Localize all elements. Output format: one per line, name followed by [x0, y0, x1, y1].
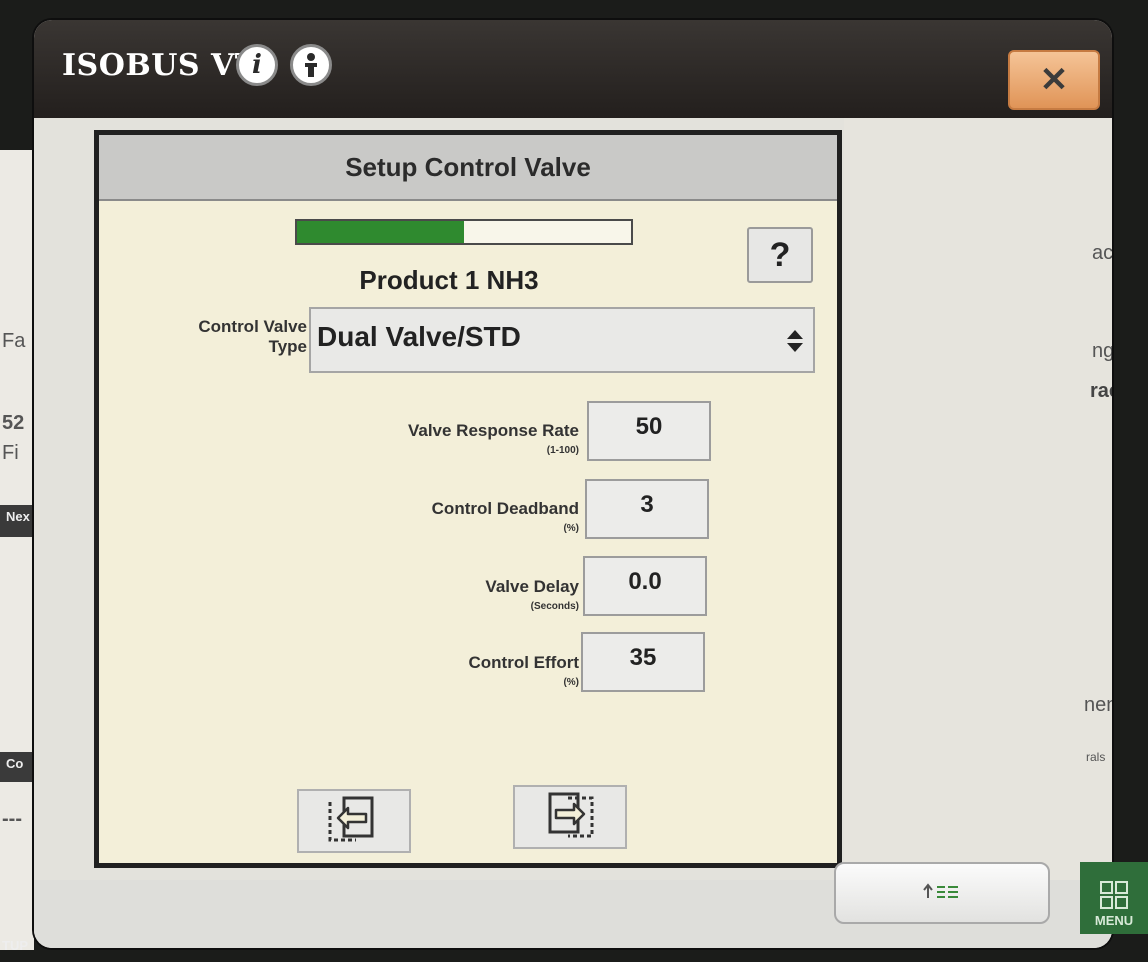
control-effort-unit: (%) — [563, 677, 579, 688]
background-text: rals — [1086, 750, 1106, 764]
title-bar: ISOBUS VT i ✕ — [34, 20, 1112, 118]
control-effort-input[interactable]: 35 — [581, 632, 705, 692]
list-view-button[interactable] — [834, 862, 1050, 924]
control-effort-label: Control Effort — [468, 653, 579, 672]
person-info-icon[interactable] — [290, 44, 332, 86]
control-deadband-label: Control Deadband — [431, 499, 579, 518]
valve-response-rate-input[interactable]: 50 — [587, 401, 711, 461]
menu-label: MENU — [1094, 913, 1134, 928]
control-deadband-input[interactable]: 3 — [585, 479, 709, 539]
background-text: nent — [1084, 694, 1112, 716]
background-text: ac — [1092, 242, 1112, 264]
valve-response-rate-label: Valve Response Rate — [407, 421, 579, 440]
previous-page-icon — [326, 794, 382, 849]
control-deadband-unit: (%) — [563, 523, 579, 534]
next-page-icon — [542, 790, 598, 845]
list-up-icon — [922, 882, 962, 905]
control-valve-type-label: Control Valve Type — [139, 317, 307, 357]
control-valve-type-label-line1: Control Valve — [198, 317, 307, 336]
help-button[interactable]: ? — [747, 227, 813, 283]
info-icon[interactable]: i — [236, 44, 278, 86]
background-text: Nex — [0, 505, 34, 537]
window-title: ISOBUS VT — [62, 48, 258, 83]
product-title: Product 1 NH3 — [359, 265, 539, 295]
menu-button[interactable]: MENU — [1080, 862, 1148, 934]
close-button[interactable]: ✕ — [1008, 50, 1100, 110]
background-text: TUP — [2, 938, 28, 953]
progress-fill — [297, 221, 464, 243]
background-text: rac — [1090, 380, 1112, 402]
valve-response-rate-unit: (1-100) — [546, 445, 579, 456]
isobus-vt-window: ISOBUS VT i ✕ ac ng rac nent rals Setup … — [34, 20, 1112, 948]
valve-delay-input[interactable]: 0.0 — [583, 556, 707, 616]
background-text: ng — [1092, 340, 1112, 362]
background-text: Co — [0, 752, 34, 782]
up-down-arrow-icon — [785, 327, 805, 360]
control-valve-type-label-line2: Type — [268, 337, 307, 356]
right-pane: ac ng rac nent rals — [844, 118, 1112, 880]
progress-bar — [295, 219, 633, 245]
next-page-button[interactable] — [513, 785, 627, 849]
valve-delay-unit: (Seconds) — [530, 601, 579, 612]
background-text: Fa — [2, 330, 26, 352]
dialog-title: Setup Control Valve — [99, 135, 837, 201]
previous-page-button[interactable] — [297, 789, 411, 853]
control-valve-type-select[interactable]: Dual Valve/STD — [309, 307, 815, 373]
grid-icon — [1099, 880, 1129, 913]
setup-control-valve-dialog: Setup Control Valve Product 1 NH3 ? Cont… — [94, 130, 842, 868]
background-text: Fi — [2, 442, 19, 464]
valve-delay-label: Valve Delay — [485, 577, 579, 596]
control-valve-type-value: Dual Valve/STD — [317, 321, 521, 352]
background-text: --- — [2, 808, 22, 830]
background-text: 52 — [2, 412, 25, 434]
